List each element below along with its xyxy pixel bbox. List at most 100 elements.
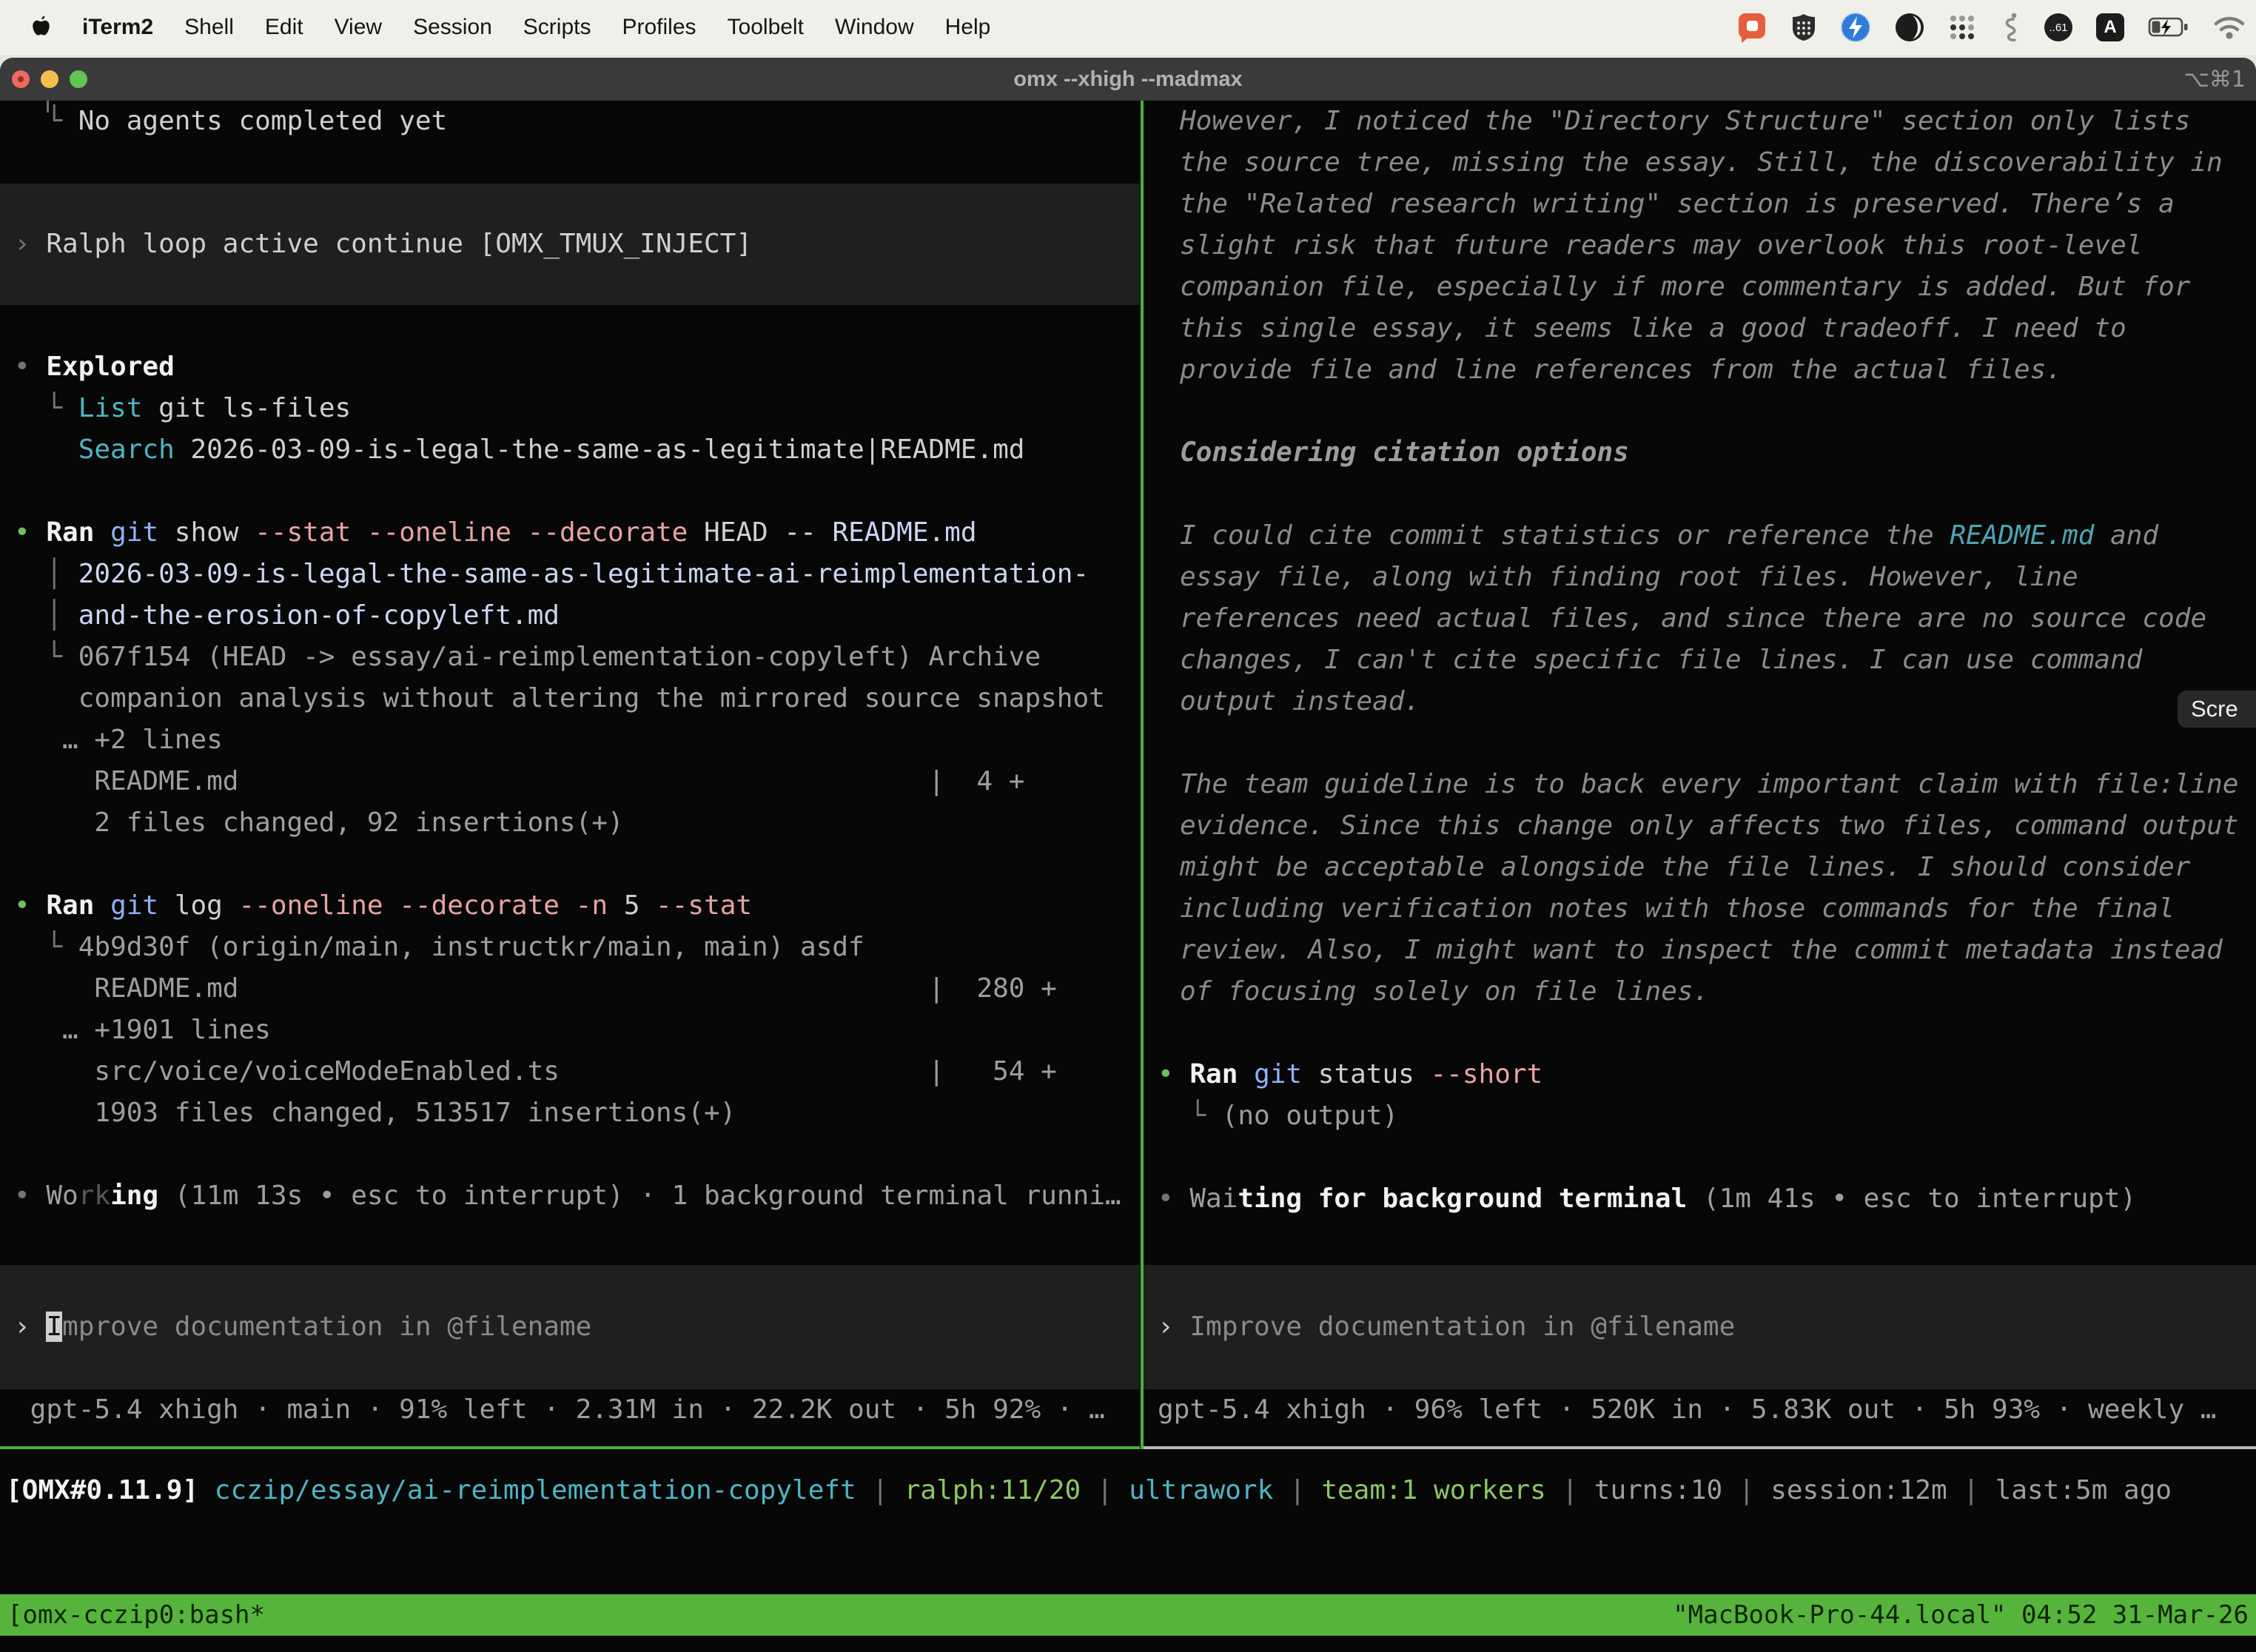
tree-connector [47,101,49,113]
right-prompt-input[interactable]: › Improve documentation in @filename [1144,1265,2256,1389]
terminal-line: companion analysis without altering the … [0,678,1140,719]
right-pane-status-line: gpt-5.4 xhigh · 96% left · 520K in · 5.8… [1144,1389,2256,1431]
terminal-line: slight risk that future readers may over… [1144,225,2256,266]
iterm-window: omx --xhigh --madmax ⌥⌘1 └ No agents com… [0,58,2256,1652]
terminal-line: README.md | 4 + [0,761,1140,802]
crescent-circle-icon[interactable] [1895,13,1924,42]
terminal-line: • Ran git log --oneline --decorate -n 5 … [0,885,1140,927]
terminal-line [0,1134,1140,1175]
terminal-line: review. Also, I might want to inspect th… [1144,930,2256,971]
traffic-lights [12,58,87,101]
terminal-line: README.md | 280 + [0,968,1140,1010]
menu-bar-status-icons: ..61 A [1736,11,2249,44]
terminal-line: └ No agents completed yet [0,101,1140,142]
terminal-line: • Ran git show --stat --oneline --decora… [0,512,1140,554]
menu-item-window[interactable]: Window [835,15,914,40]
terminal-line [1144,722,2256,764]
right-pane-bottom: › Improve documentation in @filename gpt… [1144,1265,2256,1431]
terminal-line [0,844,1140,885]
menu-item-help[interactable]: Help [945,15,991,40]
terminal-line: The team guideline is to back every impo… [1144,764,2256,805]
letter-a-icon[interactable]: A [2096,13,2124,41]
terminal-line [0,471,1140,512]
terminal-line: might be acceptable alongside the file l… [1144,847,2256,888]
menu-item-shell[interactable]: Shell [184,15,234,40]
menu-item-iterm2[interactable]: iTerm2 [82,15,153,40]
dots-grid-icon[interactable] [1948,13,1976,41]
terminal-line: companion file, especially if more comme… [1144,266,2256,308]
terminal-line: │ and-the-erosion-of-copyleft.md [0,595,1140,637]
terminal-line: 1903 files changed, 513517 insertions(+) [0,1092,1140,1134]
terminal-line: However, I noticed the "Directory Struct… [1144,101,2256,142]
terminal-line: • Explored [0,346,1140,388]
chat-bubble-icon[interactable] [1736,11,1767,44]
terminal-line: evidence. Since this change only affects… [1144,805,2256,847]
terminal-line: • Waiting for background terminal (1m 41… [1144,1178,2256,1220]
terminal-line: output instead. [1144,681,2256,722]
left-prompt-text: › Improve documentation in @filename [0,1306,591,1348]
left-pane: └ No agents completed yet › Ralph loop a… [0,101,1140,1449]
shield-grid-icon[interactable] [1791,13,1816,41]
terminal-line: Search 2026-03-09-is-legal-the-same-as-l… [0,429,1140,471]
battery-charging-icon[interactable] [2148,16,2189,38]
apple-menu-icon[interactable] [31,16,51,39]
tmux-session-label: [omx-cczip0:bash* [7,1594,265,1636]
s-curve-icon[interactable] [2000,12,2021,43]
terminal-line: provide file and line references from th… [1144,349,2256,391]
terminal-line [0,142,1140,184]
menu-item-profiles[interactable]: Profiles [622,15,696,40]
terminal-line: the "Related research writing" section i… [1144,184,2256,225]
terminal-line: └ 067f154 (HEAD -> essay/ai-reimplementa… [0,637,1140,678]
terminal-line: │ 2026-03-09-is-legal-the-same-as-legiti… [0,554,1140,595]
terminal-line: this single essay, it seems like a good … [1144,308,2256,349]
right-prompt-text: › Improve documentation in @filename [1144,1306,1735,1348]
menu-item-scripts[interactable]: Scripts [523,15,591,40]
ralph-loop-status: › Ralph loop active continue [OMX_TMUX_I… [0,224,752,265]
menu-item-toolbelt[interactable]: Toolbelt [728,15,804,40]
window-title-bar[interactable]: omx --xhigh --madmax ⌥⌘1 [0,58,2256,101]
terminal-line: • Working (11m 13s • esc to interrupt) ·… [0,1175,1140,1217]
badge-61-icon[interactable]: ..61 [2044,13,2072,41]
left-pane-intro: └ No agents completed yet [0,101,1140,184]
terminal-line: └ 4b9d30f (origin/main, instructkr/main,… [0,927,1140,968]
terminal-line: of focusing solely on file lines. [1144,971,2256,1013]
terminal-line: … +2 lines [0,719,1140,761]
menu-items: iTerm2 Shell Edit View Session Scripts Profile… [82,15,990,40]
window-title: omx --xhigh --madmax [1013,67,1242,92]
screen-share-badge[interactable]: Scre [2178,691,2256,728]
terminal-line [1144,391,2256,432]
window-shortcut-badge: ⌥⌘1 [2183,67,2246,93]
terminal-line: the source tree, missing the essay. Stil… [1144,142,2256,184]
terminal-line [1144,474,2256,515]
wifi-icon[interactable] [2213,15,2246,40]
terminal-line [0,305,1140,346]
terminal-line [1144,1137,2256,1178]
terminal-line: Considering citation options [1144,432,2256,474]
terminal-line: I could cite commit statistics or refere… [1144,515,2256,557]
terminal-line: including verification notes with those … [1144,888,2256,930]
right-pane: However, I noticed the "Directory Struct… [1144,101,2256,1449]
menu-item-edit[interactable]: Edit [265,15,303,40]
terminal-line: src/voice/voiceModeEnabled.ts | 54 + [0,1051,1140,1092]
terminal-line: └ (no output) [1144,1095,2256,1137]
menu-item-session[interactable]: Session [413,15,492,40]
menu-item-view[interactable]: View [335,15,382,40]
bolt-circle-icon[interactable] [1840,12,1871,43]
terminal-line: essay file, along with finding root file… [1144,557,2256,598]
left-pane-status-line: gpt-5.4 xhigh · main · 91% left · 2.31M … [0,1389,1140,1431]
minimize-button[interactable] [41,70,58,88]
left-pane-bottom: › Improve documentation in @filename gpt… [0,1265,1140,1431]
tmux-status-bar: [omx-cczip0:bash* "MacBook-Pro-44.local"… [0,1594,2256,1636]
terminal-line: references need actual files, and since … [1144,598,2256,639]
zoom-button[interactable] [70,70,87,88]
badge-61-label: ..61 [2049,21,2067,34]
right-pane-log: However, I noticed the "Directory Struct… [1144,101,2256,1220]
macos-menu-bar: iTerm2 Shell Edit View Session Scripts Profile… [0,0,2256,55]
close-button[interactable] [12,70,30,88]
omx-status-bar: [OMX#0.11.9] cczip/essay/ai-reimplementa… [0,1470,2256,1511]
tmux-host-clock: "MacBook-Pro-44.local" 04:52 31-Mar-26 [1673,1594,2249,1636]
terminal-line: changes, I can't cite specific file line… [1144,639,2256,681]
left-pane-log: • Explored └ List git ls-files Search 20… [0,305,1140,1217]
left-prompt-input[interactable]: › Improve documentation in @filename [0,1265,1140,1389]
terminal-line: • Ran git status --short [1144,1054,2256,1095]
